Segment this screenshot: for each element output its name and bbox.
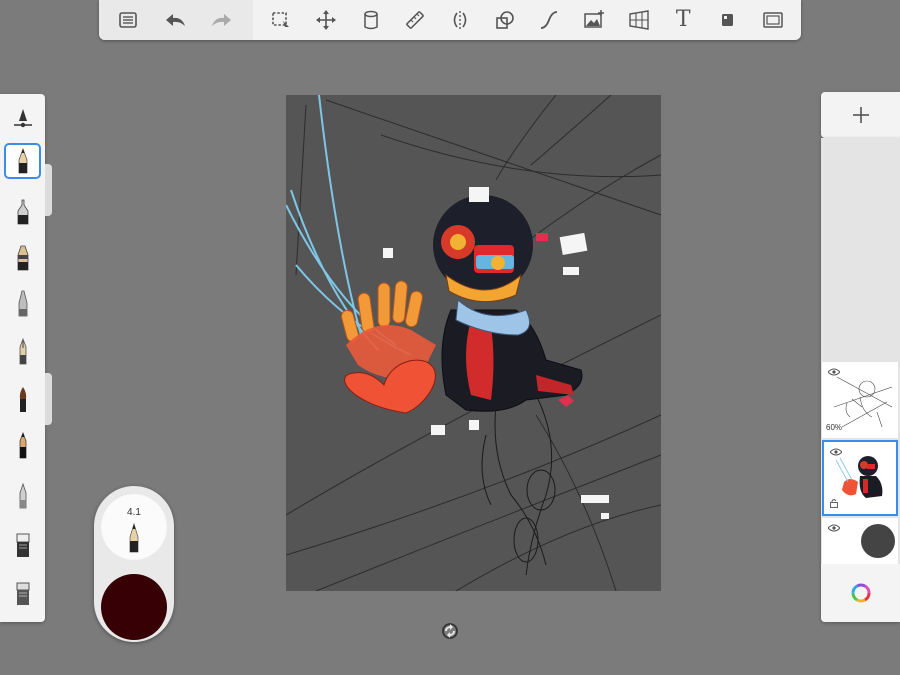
tools-group: T: [253, 0, 801, 40]
brush-size-control[interactable]: 4.1: [100, 493, 168, 561]
brush-paint[interactable]: [4, 286, 41, 322]
sync-icon[interactable]: [441, 622, 459, 640]
brush-settings-icon[interactable]: [4, 100, 41, 136]
fill-icon[interactable]: [354, 3, 388, 37]
brush-paintbrush[interactable]: [4, 382, 41, 418]
color-wheel-icon: [851, 583, 870, 603]
fullscreen-icon[interactable]: [756, 3, 790, 37]
brush-size-value: 4.1: [127, 507, 141, 518]
curve-icon[interactable]: [532, 3, 566, 37]
brush-pencil[interactable]: [4, 143, 41, 179]
brush-pen[interactable]: [4, 334, 41, 370]
lock-icon[interactable]: [829, 498, 839, 508]
brush-marker[interactable]: [4, 240, 41, 276]
history-group: [99, 0, 253, 40]
list-icon[interactable]: [111, 3, 145, 37]
layer-opacity: 60%: [826, 423, 843, 432]
brush-preview-icon: [129, 522, 139, 553]
brush-inkpen[interactable]: [4, 428, 41, 464]
color-wheel-button[interactable]: [821, 564, 900, 622]
layer-sketch[interactable]: 60%: [822, 362, 898, 438]
background-color-swatch[interactable]: [861, 524, 895, 558]
drawing-canvas[interactable]: [285, 94, 662, 592]
layer-background[interactable]: [822, 518, 898, 564]
top-toolbar: T: [99, 0, 801, 40]
brush-airbrush[interactable]: [4, 194, 41, 230]
layer-thumbnail: [835, 456, 883, 498]
layers-panel: 60%: [821, 92, 900, 622]
brush-smudge[interactable]: [4, 478, 41, 514]
brush-puck: 4.1: [94, 486, 174, 642]
eye-icon[interactable]: [828, 524, 840, 532]
brush-scroll-tab-bottom[interactable]: [45, 373, 52, 425]
undo-icon[interactable]: [158, 3, 192, 37]
transform-icon[interactable]: [309, 3, 343, 37]
brush-library: [0, 94, 45, 622]
perspective-icon[interactable]: [622, 3, 656, 37]
add-layer-button[interactable]: [821, 92, 900, 138]
layer-color[interactable]: [822, 440, 898, 516]
redo-icon[interactable]: [205, 3, 239, 37]
ruler-icon[interactable]: [398, 3, 432, 37]
selection-icon[interactable]: [264, 3, 298, 37]
text-icon[interactable]: T: [666, 3, 700, 37]
plus-icon: [852, 107, 869, 123]
image-icon[interactable]: [577, 3, 611, 37]
shape-icon[interactable]: [488, 3, 522, 37]
layers-stack: 60%: [821, 138, 900, 622]
brush-eraser[interactable]: [4, 527, 41, 563]
text-icon-label: T: [675, 7, 691, 32]
current-color-swatch[interactable]: [101, 574, 167, 640]
symmetry-icon[interactable]: [443, 3, 477, 37]
tool-icon[interactable]: [711, 3, 745, 37]
brush-scroll-tab-top[interactable]: [45, 164, 52, 216]
brush-eraser-hard[interactable]: [4, 575, 41, 611]
artwork: [285, 94, 662, 592]
